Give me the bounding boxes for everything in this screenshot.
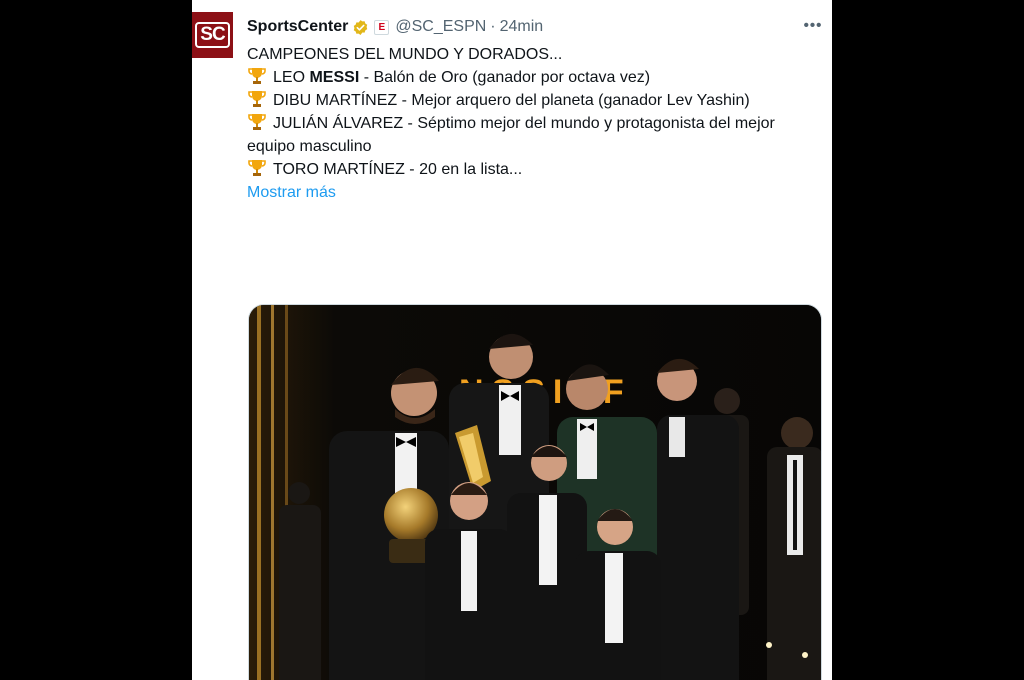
header-separator: ·	[490, 18, 496, 35]
user-handle[interactable]: @SC_ESPN	[395, 18, 486, 36]
tweet-line-messi: LEO MESSI - Balón de Oro (ganador por oc…	[247, 66, 822, 89]
avatar-logo-text: SC	[195, 22, 230, 48]
timestamp[interactable]: 24min	[500, 18, 544, 36]
more-options-icon[interactable]: •••	[802, 14, 824, 36]
show-more-link[interactable]: Mostrar más	[247, 181, 822, 204]
tweet-line-toro: TORO MARTÍNEZ - 20 en la lista...	[247, 158, 822, 181]
display-name[interactable]: SportsCenter	[247, 18, 348, 36]
avatar[interactable]: SC	[192, 12, 233, 58]
messi-bold: MESSI	[309, 69, 360, 86]
tweet-header: SportsCenter E @SC_ESPN · 24min	[247, 16, 543, 38]
toro-text: TORO MARTÍNEZ - 20 en la lista...	[273, 161, 523, 178]
tweet-body: CAMPEONES DEL MUNDO Y DORADOS... LEO MES…	[247, 43, 822, 204]
trophy-icon	[248, 68, 266, 84]
tweet-line-intro: CAMPEONES DEL MUNDO Y DORADOS...	[247, 46, 563, 63]
tweet-line-julian: JULIÁN ÁLVAREZ - Séptimo mejor del mundo…	[247, 112, 822, 158]
espn-affiliate-badge-icon[interactable]: E	[374, 19, 390, 35]
trophy-icon	[248, 160, 266, 176]
tweet-card[interactable]: SC SportsCenter E @SC_ESPN · 24min ••• C…	[192, 0, 832, 680]
verified-badge-icon[interactable]	[352, 19, 369, 36]
tweet-line-dibu: DIBU MARTÍNEZ - Mejor arquero del planet…	[247, 89, 822, 112]
trophy-icon	[248, 114, 266, 130]
trophy-icon	[248, 91, 266, 107]
messi-suffix: - Balón de Oro (ganador por octava vez)	[359, 69, 651, 86]
dibu-text: DIBU MARTÍNEZ - Mejor arquero del planet…	[273, 92, 750, 109]
messi-prefix: LEO	[273, 69, 310, 86]
photo-illustration: NSSINF	[249, 305, 821, 680]
tweet-photo[interactable]: NSSINF	[248, 304, 822, 680]
screen: SC SportsCenter E @SC_ESPN · 24min ••• C…	[0, 0, 1024, 680]
julian-text: JULIÁN ÁLVAREZ - Séptimo mejor del mundo…	[247, 115, 775, 155]
